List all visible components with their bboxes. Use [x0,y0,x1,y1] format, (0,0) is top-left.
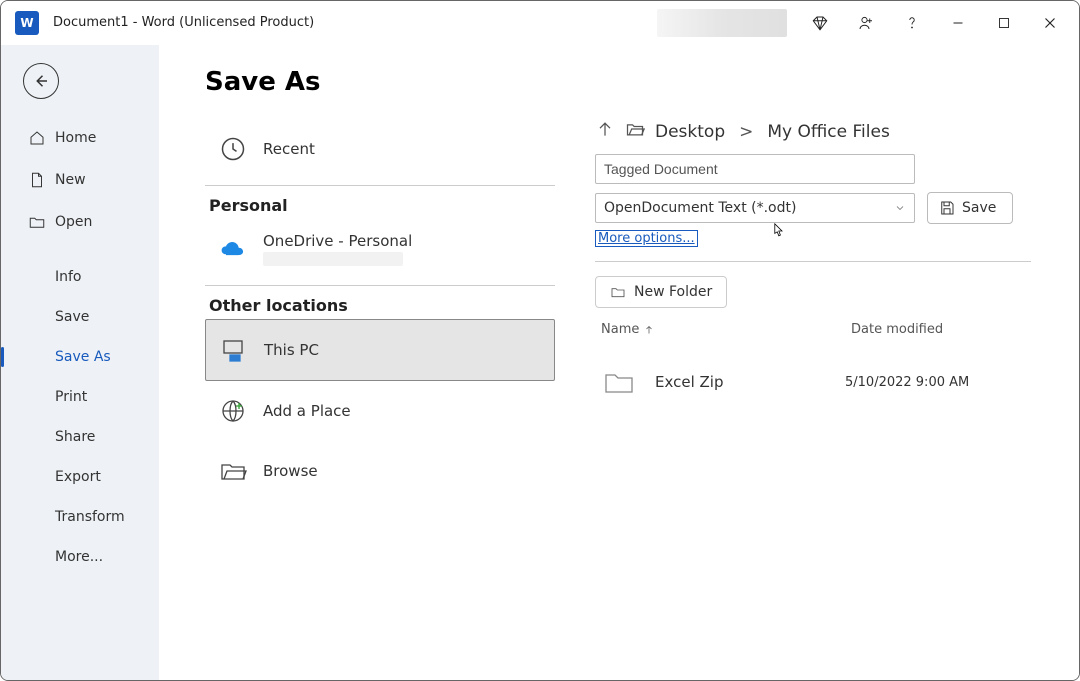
location-label: Browse [263,462,318,480]
filename-input[interactable] [595,154,915,184]
window-title: Document1 - Word (Unlicensed Product) [53,15,314,30]
section-other: Other locations [205,296,555,315]
location-add-place[interactable]: Add a Place [205,381,555,441]
browse-folder-icon [213,451,253,491]
nav-save[interactable]: Save [1,297,159,337]
new-folder-label: New Folder [634,284,712,300]
close-button[interactable] [1027,3,1073,43]
maximize-button[interactable] [981,3,1027,43]
minimize-button[interactable] [935,3,981,43]
nav-label: Open [55,214,92,230]
file-browser-panel: Desktop > My Office Files OpenDocument T… [595,119,1031,680]
nav-label: Transform [55,509,125,525]
column-date[interactable]: Date modified [851,322,1031,337]
location-label: Recent [263,140,315,158]
cursor-icon [770,222,786,240]
up-one-level-icon[interactable] [595,119,615,144]
more-options-link[interactable]: More options... [595,230,698,247]
save-button[interactable]: Save [927,192,1013,224]
filetype-select[interactable]: OpenDocument Text (*.odt) [595,193,915,223]
folder-icon [625,119,645,144]
column-name[interactable]: Name [601,322,851,337]
this-pc-icon [214,330,254,370]
breadcrumb-part[interactable]: My Office Files [767,122,889,142]
location-label: OneDrive - Personal [263,232,412,250]
sort-up-icon [643,324,655,336]
breadcrumb-separator: > [739,122,753,142]
folder-icon [601,367,637,397]
backstage-sidebar: Home New Open Info Save Save As Print Sh… [1,45,159,680]
nav-share[interactable]: Share [1,417,159,457]
nav-open[interactable]: Open [1,201,159,243]
file-date: 5/10/2022 9:00 AM [845,375,1025,390]
save-disk-icon [938,199,956,217]
new-folder-icon [610,284,626,300]
breadcrumb: Desktop > My Office Files [595,119,1031,144]
new-folder-button[interactable]: New Folder [595,276,727,308]
nav-export[interactable]: Export [1,457,159,497]
onedrive-icon [213,229,253,269]
nav-label: Info [55,269,82,285]
nav-home[interactable]: Home [1,117,159,159]
onedrive-account-placeholder [263,252,403,266]
share-account-icon[interactable] [843,3,889,43]
file-list-header: Name Date modified [595,308,1031,343]
nav-info[interactable]: Info [1,257,159,297]
file-name: Excel Zip [655,373,845,391]
location-label: This PC [264,341,319,359]
location-label: Add a Place [263,402,351,420]
nav-save-as[interactable]: Save As [1,337,159,377]
nav-label: More... [55,549,103,565]
add-place-icon [213,391,253,431]
nav-label: Share [55,429,95,445]
breadcrumb-part[interactable]: Desktop [655,122,725,142]
nav-label: Print [55,389,87,405]
clock-icon [213,129,253,169]
nav-label: Save [55,309,89,325]
nav-label: Export [55,469,101,485]
new-file-icon [27,171,47,189]
nav-label: Home [55,130,96,146]
nav-label: New [55,172,86,188]
nav-print[interactable]: Print [1,377,159,417]
account-placeholder [657,9,787,37]
word-app-icon: W [15,11,39,35]
location-this-pc[interactable]: This PC [205,319,555,381]
nav-transform[interactable]: Transform [1,497,159,537]
nav-new[interactable]: New [1,159,159,201]
divider [595,261,1031,262]
location-browse[interactable]: Browse [205,441,555,501]
save-label: Save [962,200,996,216]
help-button[interactable] [889,3,935,43]
column-label: Name [601,322,639,337]
chevron-down-icon [894,202,906,214]
divider [205,185,555,186]
divider [205,285,555,286]
premium-icon[interactable] [797,3,843,43]
nav-more[interactable]: More... [1,537,159,577]
locations-panel: Recent Personal OneDrive - Personal [205,119,555,680]
back-button[interactable] [23,63,59,99]
home-icon [27,129,47,147]
filetype-value: OpenDocument Text (*.odt) [604,200,796,216]
titlebar: W Document1 - Word (Unlicensed Product) [1,1,1079,45]
nav-label: Save As [55,349,111,365]
page-title: Save As [205,67,1031,97]
file-row[interactable]: Excel Zip 5/10/2022 9:00 AM [595,343,1031,421]
location-onedrive[interactable]: OneDrive - Personal [205,219,555,279]
open-folder-icon [27,213,47,231]
location-recent[interactable]: Recent [205,119,555,179]
column-label: Date modified [851,322,943,337]
section-personal: Personal [205,196,555,215]
